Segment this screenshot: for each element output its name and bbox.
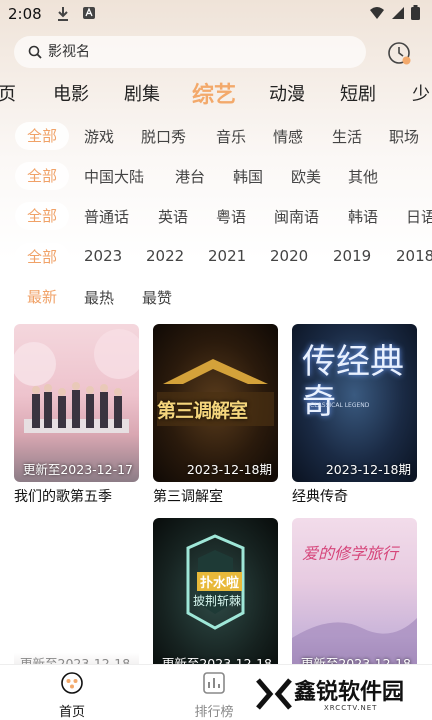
video-card[interactable]: 第三调解室 2023-12-18期 第三调解室 — [153, 324, 278, 506]
genre-chip[interactable]: 游戏 — [84, 126, 114, 147]
language-chip[interactable]: 日语 — [406, 206, 432, 227]
watermark-brand: 鑫锐软件园 — [294, 680, 405, 705]
tab-kids-partial[interactable]: 少 — [412, 80, 430, 106]
genre-all-chip[interactable]: 全部 — [15, 122, 70, 150]
watermark-logo-icon — [256, 678, 292, 710]
update-status: 更新至2023-12-17 — [22, 462, 133, 477]
search-bar[interactable] — [14, 36, 366, 68]
year-all-chip[interactable]: 全部 — [15, 243, 70, 271]
language-chip[interactable]: 韩语 — [348, 206, 378, 227]
region-chip[interactable]: 港台 — [175, 166, 205, 187]
poster-image: 扑水啦 披荆斩棘 更新至2023-12-18 — [153, 518, 278, 676]
region-filter-row: 全部 中国大陆 港台 韩国 欧美 其他 — [0, 162, 432, 192]
episode-status: 2023-12-18期 — [325, 462, 411, 477]
year-filter-row: 全部 2023 2022 2021 2020 2019 2018 — [0, 243, 432, 273]
poster-image: 爱的修学旅行 更新至2023-12-18 — [292, 518, 417, 676]
year-chip[interactable]: 2021 — [208, 247, 246, 265]
poster-title-art: 传经典奇 — [302, 342, 404, 422]
genre-chip[interactable]: 音乐 — [216, 126, 246, 147]
poster-image: 第三调解室 2023-12-18期 — [153, 324, 278, 482]
tab-short-drama[interactable]: 短剧 — [340, 80, 376, 106]
download-icon — [58, 7, 68, 21]
year-chip[interactable]: 2023 — [84, 247, 122, 265]
language-all-chip[interactable]: 全部 — [15, 202, 70, 230]
language-chip[interactable]: 粤语 — [216, 206, 246, 227]
region-chip[interactable]: 中国大陆 — [84, 166, 144, 187]
wifi-icon — [370, 6, 384, 19]
genre-filter-row: 全部 游戏 脱口秀 音乐 情感 生活 职场 — [0, 122, 432, 152]
history-icon[interactable] — [386, 40, 412, 66]
poster-subtitle-art: CLASSICAL LEGEND — [310, 402, 370, 409]
search-input[interactable] — [48, 44, 348, 60]
app-notification-icon — [83, 7, 95, 19]
poster-subtitle-art: 披荆斩棘 — [193, 594, 242, 608]
card-title: 我们的歌第五季 — [14, 489, 112, 505]
language-chip[interactable]: 普通话 — [84, 206, 129, 227]
region-chip[interactable]: 其他 — [348, 166, 378, 187]
region-chip[interactable]: 欧美 — [291, 166, 321, 187]
genre-chip[interactable]: 情感 — [273, 126, 303, 147]
rank-chart-icon — [203, 672, 225, 694]
year-chip[interactable]: 2018 — [396, 247, 432, 265]
sort-latest-chip[interactable]: 最新 — [15, 283, 70, 311]
poster-title-art: 第三调解室 — [157, 400, 248, 422]
search-icon — [28, 45, 42, 59]
region-all-chip[interactable]: 全部 — [15, 162, 70, 190]
video-card[interactable]: 扑水啦 披荆斩棘 更新至2023-12-18 — [153, 518, 278, 676]
tab-home-partial[interactable]: 页 — [0, 80, 16, 106]
genre-chip[interactable]: 生活 — [332, 126, 362, 147]
tab-anime[interactable]: 动漫 — [269, 80, 305, 106]
tab-series[interactable]: 剧集 — [124, 80, 160, 106]
language-chip[interactable]: 闽南语 — [274, 206, 319, 227]
nav-home[interactable]: 首页 — [42, 671, 102, 720]
watermark: 鑫锐软件园 XRCCTV.NET — [252, 672, 428, 716]
episode-status: 2023-12-18期 — [186, 462, 272, 477]
year-chip[interactable]: 2019 — [333, 247, 371, 265]
signal-icon — [392, 6, 404, 19]
video-card[interactable]: 更新至2023-12-17 我们的歌第五季 — [14, 324, 139, 506]
category-tabs: 页 电影 剧集 综艺 动漫 短剧 少 — [0, 76, 432, 108]
sort-filter-row: 最新 最热 最赞 — [0, 283, 432, 313]
tab-movies[interactable]: 电影 — [53, 80, 89, 106]
region-chip[interactable]: 韩国 — [233, 166, 263, 187]
video-card[interactable]: 爱的修学旅行 更新至2023-12-18 — [292, 518, 417, 676]
status-bar: 2:08 — [0, 0, 432, 30]
video-card[interactable]: 更新至2023-12-18 — [14, 518, 139, 676]
watermark-domain: XRCCTV.NET — [324, 704, 378, 712]
poster-image: 更新至2023-12-17 — [14, 324, 139, 482]
poster-image: 更新至2023-12-18 — [14, 518, 139, 676]
poster-title-art: 扑水啦 — [197, 572, 243, 591]
nav-home-label: 首页 — [58, 705, 85, 720]
video-card[interactable]: 传经典奇 CLASSICAL LEGEND 2023-12-18期 经典传奇 — [292, 324, 417, 506]
sort-hot-chip[interactable]: 最热 — [84, 287, 114, 308]
card-title: 经典传奇 — [292, 489, 348, 505]
year-chip[interactable]: 2020 — [270, 247, 308, 265]
year-chip[interactable]: 2022 — [146, 247, 184, 265]
tab-variety[interactable]: 综艺 — [192, 77, 236, 108]
poster-image: 传经典奇 CLASSICAL LEGEND 2023-12-18期 — [292, 324, 417, 482]
genre-chip[interactable]: 职场 — [389, 126, 419, 147]
battery-icon — [411, 5, 420, 20]
home-icon — [61, 672, 83, 694]
status-time: 2:08 — [8, 5, 42, 23]
sort-liked-chip[interactable]: 最赞 — [142, 287, 172, 308]
card-title: 第三调解室 — [153, 489, 223, 505]
poster-title-art: 爱的修学旅行 — [302, 544, 399, 563]
language-chip[interactable]: 英语 — [158, 206, 188, 227]
genre-chip[interactable]: 脱口秀 — [141, 126, 186, 147]
nav-rank-label: 排行榜 — [194, 705, 234, 720]
nav-rank[interactable]: 排行榜 — [184, 671, 244, 720]
language-filter-row: 全部 普通话 英语 粤语 闽南语 韩语 日语 — [0, 202, 432, 232]
